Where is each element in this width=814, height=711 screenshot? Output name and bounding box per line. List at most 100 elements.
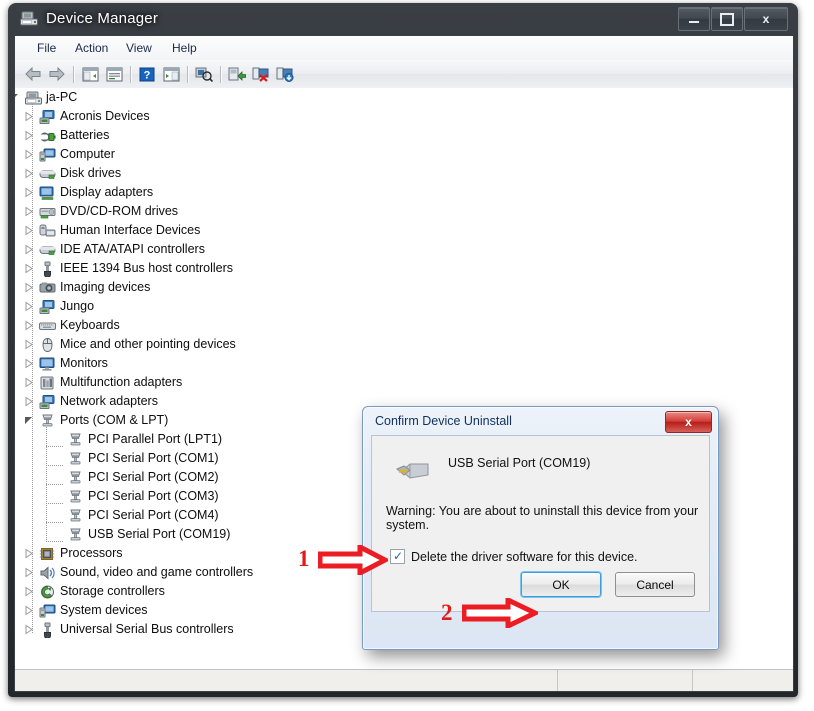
toolbar-separator [73,65,74,83]
dvd-drive-icon [39,208,56,219]
ieee1394-icon [39,261,56,278]
sound-icon [40,566,55,580]
usb-controller-icon [39,622,56,639]
computer-icon [25,91,42,105]
generic-device-icon [39,300,55,314]
port-icon [70,490,81,503]
display-adapter-icon [39,186,54,200]
dialog-button-row: OK Cancel [521,572,695,597]
window-caption-buttons: x [677,7,788,31]
forward-button[interactable] [46,63,68,85]
tree-twisty-expanded[interactable] [15,88,20,107]
show-hide-action-pane-button[interactable] [160,63,182,85]
dvd-drive-icon [39,204,56,220]
tree-node-label: PCI Parallel Port (LPT1) [88,432,223,446]
properties-icon [106,67,122,81]
tree-connector-line [46,465,63,466]
port-icon [67,470,84,486]
cancel-button[interactable]: Cancel [615,572,695,597]
tree-node-label: Storage controllers [60,584,165,598]
port-icon [70,452,81,465]
menu-action[interactable]: Action [69,40,114,56]
menu-view[interactable]: View [120,40,158,56]
update-driver-software-icon [228,67,246,81]
tree-node-label: Keyboards [60,318,120,332]
tree-node-label: Display adapters [60,185,154,199]
cancel-button-label: Cancel [636,577,674,592]
hid-icon [39,223,56,239]
status-pane-1 [15,670,558,691]
computer-node-icon [39,147,56,163]
minimize-icon [689,21,699,23]
tree-node-label: Mice and other pointing devices [60,337,236,351]
tree-node-label: Network adapters [60,394,158,408]
scan-for-hardware-changes-icon [195,67,213,82]
port-icon [67,527,84,543]
tree-connector-line [46,522,63,523]
svg-text:?: ? [144,69,151,81]
monitor-icon [39,356,56,372]
dialog-close-button[interactable]: x [665,411,712,433]
status-pane-3 [693,670,793,691]
tree-node-label: DVD/CD-ROM drives [60,204,179,218]
confirm-device-uninstall-dialog: Confirm Device Uninstall x USB Serial Po… [362,406,719,650]
tree-node-label: PCI Serial Port (COM4) [88,508,219,522]
close-button[interactable]: x [744,7,788,31]
monitor-icon [39,357,55,371]
tree-node-label: PCI Serial Port (COM3) [88,489,219,503]
ide-controller-icon [39,242,56,258]
uninstall-device-icon [252,67,269,82]
port-icon [39,413,56,429]
status-bar [15,669,793,691]
minimize-button[interactable] [678,7,710,31]
show-hide-console-tree-button[interactable] [79,63,101,85]
dialog-body: USB Serial Port (COM19) Warning: You are… [371,435,710,612]
generic-device-icon [39,110,55,124]
multifunction-icon [39,375,56,391]
port-icon [67,432,84,448]
uninstall-device-button[interactable] [250,63,272,85]
port-icon [70,528,81,541]
delete-driver-checkbox[interactable]: ✓ [390,549,405,564]
back-button[interactable] [22,63,44,85]
tree-node-label: Batteries [60,128,110,142]
sound-icon [39,565,56,581]
tree-node-label: System devices [60,603,148,617]
annotation-arrow-1 [318,545,388,575]
tree-node-label: Acronis Devices [60,109,150,123]
show-hide-console-tree-icon [82,67,98,81]
tree-connector-line [46,484,63,485]
delete-driver-checkbox-row[interactable]: ✓ Delete the driver software for this de… [390,549,638,564]
properties-button[interactable] [103,63,125,85]
scan-for-hardware-changes-button[interactable] [193,63,215,85]
menu-file[interactable]: File [31,40,62,56]
dialog-device-name: USB Serial Port (COM19) [448,456,591,470]
processor-icon [39,548,55,560]
disable-enable-device-button[interactable] [274,63,296,85]
delete-driver-checkbox-label: Delete the driver software for this devi… [411,549,638,564]
help-button[interactable]: ? [136,63,158,85]
ok-button[interactable]: OK [521,572,601,597]
toolbar: ? [15,60,793,89]
toolbar-separator [187,65,188,83]
toolbar-separator [130,65,131,83]
ieee1394-icon [44,261,51,278]
generic-device-icon [39,109,56,125]
port-icon [70,471,81,484]
window-title-bar[interactable]: Device Manager x [8,3,798,37]
imaging-device-icon [39,282,56,293]
maximize-button[interactable] [711,7,743,31]
tree-node-label: PCI Serial Port (COM1) [88,451,219,465]
ide-controller-icon [39,246,56,255]
close-icon: x [762,12,770,26]
tree-node-label: PCI Serial Port (COM2) [88,470,219,484]
tree-node-label: Multifunction adapters [60,375,183,389]
update-driver-software-button[interactable] [226,63,248,85]
menu-help[interactable]: Help [166,40,203,56]
port-icon [67,489,84,505]
tree-node-label: USB Serial Port (COM19) [88,527,231,541]
imaging-device-icon [39,280,56,296]
disable-enable-device-icon [276,67,294,82]
battery-icon [39,128,56,144]
disk-drive-icon [39,166,56,182]
